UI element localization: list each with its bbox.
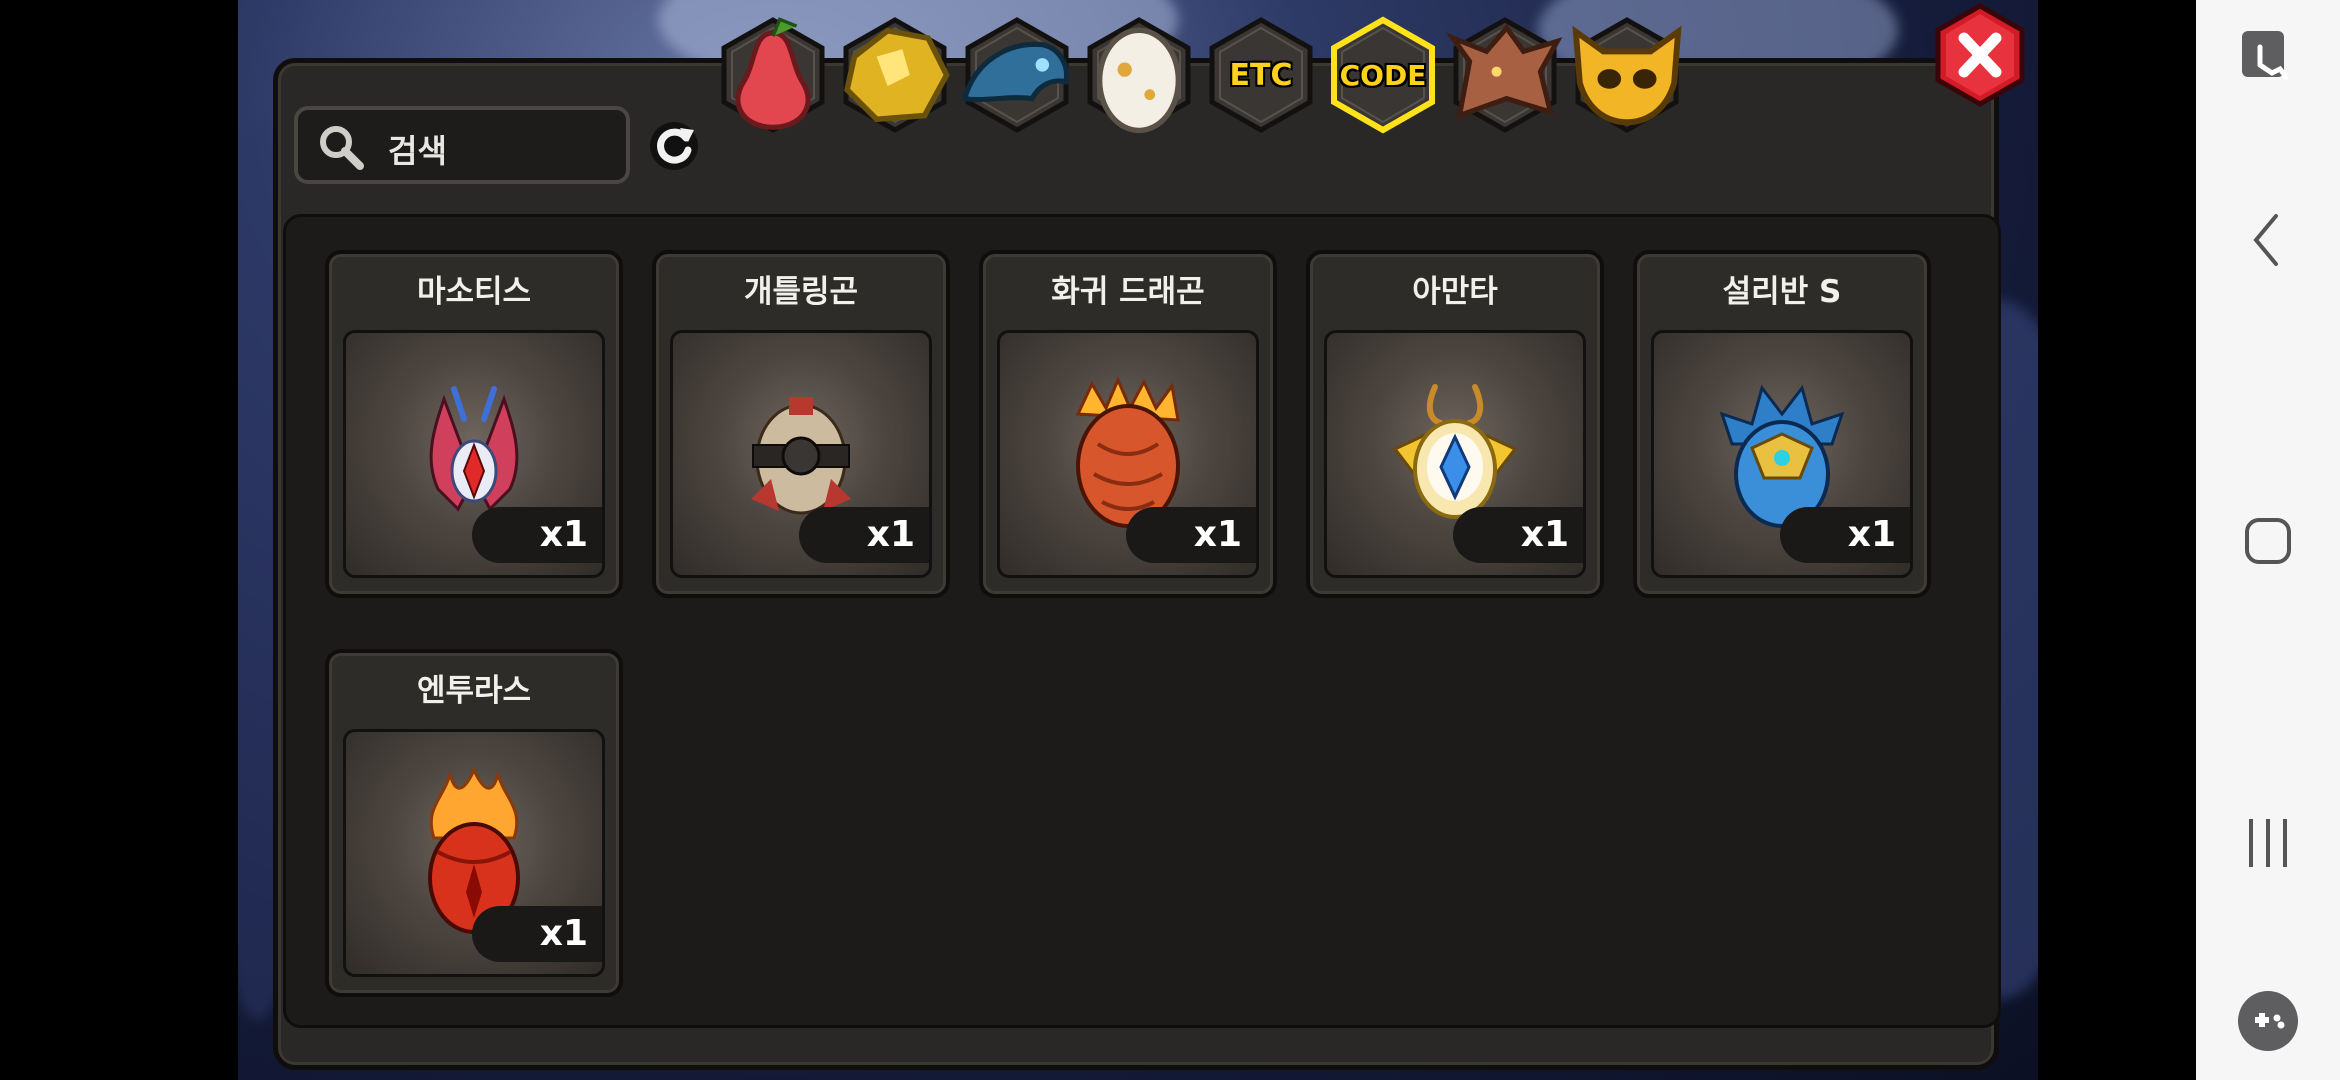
tab-mask[interactable] (1568, 16, 1686, 134)
touch-lock-icon (2242, 31, 2289, 80)
item-card[interactable]: 설리반 S x1 (1633, 250, 1931, 598)
item-name: 개틀링곤 (743, 274, 859, 310)
game-tools-icon (2238, 991, 2298, 1051)
game-tools-button[interactable] (2196, 986, 2340, 1056)
search-icon (320, 126, 364, 170)
recent-apps-button[interactable] (2196, 808, 2340, 878)
gold-ore-icon (844, 27, 950, 123)
search-placeholder: 검색 (388, 132, 447, 170)
tab-etc-label: ETC (1229, 57, 1293, 93)
back-icon (2253, 214, 2278, 266)
item-image: x1 (1651, 330, 1913, 578)
touch-lock-button[interactable] (2196, 22, 2340, 92)
tab-dragon[interactable] (1446, 16, 1564, 134)
brown-dragon-icon (1446, 23, 1563, 120)
item-image: x1 (997, 330, 1259, 578)
tab-code-label: CODE (1339, 58, 1427, 92)
system-nav-bar (2196, 0, 2340, 1080)
home-icon (2245, 518, 2291, 564)
recent-apps-icon (2249, 819, 2287, 867)
close-button[interactable] (1932, 2, 2028, 108)
golden-mask-icon (1572, 25, 1682, 126)
tab-dragon-head[interactable] (958, 16, 1076, 134)
item-card[interactable]: 화귀 드래곤 x1 (979, 250, 1277, 598)
item-qty: x1 (539, 913, 588, 954)
item-qty-badge: x1 (472, 906, 602, 962)
item-qty: x1 (539, 514, 588, 555)
refresh-icon[interactable] (644, 116, 704, 176)
item-qty: x1 (1847, 514, 1896, 555)
item-name: 설리반 S (1722, 274, 1842, 310)
egg-icon (1096, 27, 1182, 134)
item-qty-badge: x1 (1453, 507, 1583, 563)
tab-etc[interactable]: ETC (1202, 16, 1320, 134)
item-qty: x1 (1520, 514, 1569, 555)
item-card[interactable]: 개틀링곤 x1 (652, 250, 950, 598)
tab-code[interactable]: CODE (1324, 16, 1442, 134)
pear-icon (735, 17, 811, 130)
item-name: 화귀 드래곤 (1051, 274, 1205, 310)
home-button[interactable] (2196, 506, 2340, 576)
item-name: 엔투라스 (416, 673, 532, 709)
blue-dragon-icon (961, 41, 1070, 103)
item-qty: x1 (1193, 514, 1242, 555)
item-image: x1 (343, 729, 605, 977)
item-qty: x1 (866, 514, 915, 555)
item-image: x1 (1324, 330, 1586, 578)
item-card[interactable]: 아만타 x1 (1306, 250, 1604, 598)
tab-fruit[interactable] (714, 16, 832, 134)
tab-egg[interactable] (1080, 16, 1198, 134)
item-qty-badge: x1 (472, 507, 602, 563)
item-card[interactable]: 엔투라스 x1 (325, 649, 623, 997)
item-name: 마소티스 (416, 274, 532, 310)
item-qty-badge: x1 (799, 507, 929, 563)
item-qty-badge: x1 (1126, 507, 1256, 563)
tab-gold[interactable] (836, 16, 954, 134)
item-qty-badge: x1 (1780, 507, 1910, 563)
item-card[interactable]: 마소티스 x1 (325, 250, 623, 598)
item-name: 아만타 (1412, 274, 1498, 310)
item-image: x1 (670, 330, 932, 578)
search-input[interactable]: 검색 (294, 106, 630, 184)
item-image: x1 (343, 330, 605, 578)
back-button[interactable] (2196, 205, 2340, 275)
